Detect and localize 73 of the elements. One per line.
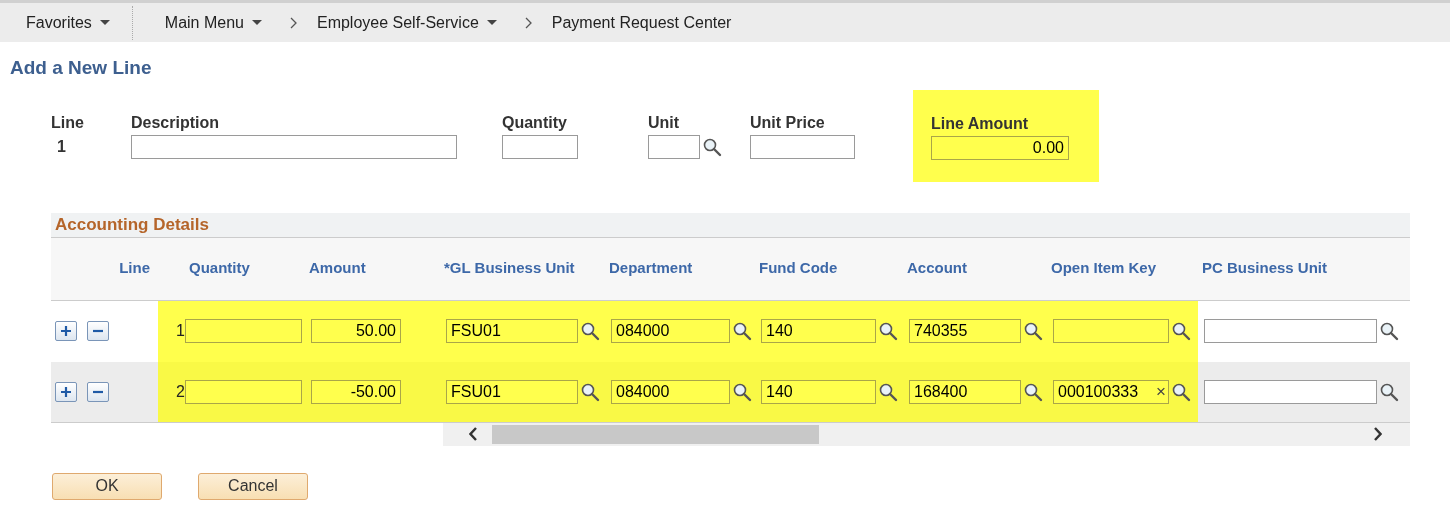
search-icon[interactable] — [580, 381, 600, 402]
nav-link[interactable]: Employee Self-Service — [316, 10, 497, 35]
search-icon[interactable] — [732, 381, 752, 402]
clear-button[interactable]: × — [1156, 381, 1166, 402]
chevron-right-icon[interactable] — [1373, 427, 1382, 441]
line-number: 1 — [176, 321, 185, 341]
field-label: Unit — [648, 112, 681, 133]
column-header: Open Item Key — [1051, 259, 1157, 277]
column-header: Department — [609, 259, 693, 277]
plus-icon — [60, 325, 72, 337]
field-label: Quantity — [502, 112, 568, 133]
search-icon[interactable] — [878, 381, 898, 402]
input-field[interactable] — [750, 134, 855, 159]
input-field[interactable] — [502, 134, 578, 159]
input-field[interactable]: 140 — [761, 319, 876, 343]
input-field[interactable]: FSU01 — [446, 319, 578, 343]
field-label: Unit Price — [750, 112, 826, 133]
line-number: 1 — [56, 136, 67, 157]
search-icon[interactable] — [1023, 321, 1043, 341]
search-icon[interactable] — [702, 136, 722, 157]
input-field[interactable]: 168400 — [909, 379, 1021, 404]
page-title: Add a New Line — [10, 56, 153, 80]
chevron-left-icon[interactable] — [469, 427, 478, 441]
input-field[interactable] — [1204, 379, 1377, 404]
nav-link[interactable]: Main Menu — [164, 10, 262, 35]
plus-icon — [60, 385, 72, 398]
column-header: Quantity — [189, 259, 250, 277]
input-field[interactable] — [1053, 319, 1169, 343]
delete-row-button[interactable] — [87, 381, 109, 402]
input-field[interactable]: 140 — [761, 379, 876, 404]
search-icon[interactable] — [1023, 381, 1043, 402]
search-icon[interactable] — [1379, 381, 1399, 402]
input-field[interactable] — [185, 379, 302, 404]
search-icon[interactable] — [1171, 381, 1191, 402]
search-icon[interactable] — [1171, 321, 1191, 341]
search-icon[interactable] — [732, 321, 752, 341]
column-header: Fund Code — [759, 259, 838, 277]
column-header: Amount — [309, 259, 366, 277]
search-icon[interactable] — [878, 321, 898, 341]
input-field[interactable] — [1204, 319, 1377, 343]
horizontal-scrollbar[interactable] — [443, 422, 1410, 446]
column-header: PC Business Unit — [1202, 259, 1328, 277]
input-field[interactable] — [185, 319, 302, 343]
dialog-button[interactable]: Cancel — [198, 472, 308, 500]
line-number: 2 — [176, 381, 185, 402]
nav-link[interactable]: Payment Request Center — [551, 10, 732, 35]
input-field[interactable] — [131, 134, 457, 159]
nav-link[interactable]: Favorites — [26, 10, 110, 35]
minus-icon — [92, 389, 104, 394]
column-header: Line — [119, 259, 150, 277]
delete-row-button[interactable] — [87, 321, 109, 341]
section-title: Accounting Details — [51, 212, 1410, 238]
search-icon[interactable] — [1379, 321, 1399, 341]
input-field[interactable]: 0.00 — [931, 135, 1069, 160]
input-field[interactable]: 50.00 — [311, 319, 401, 343]
input-field[interactable]: 084000 — [611, 379, 730, 404]
input-field[interactable] — [648, 134, 700, 159]
input-field[interactable]: 740355 — [909, 319, 1021, 343]
field-label: Line Amount — [931, 113, 1030, 134]
field-label: Description — [131, 112, 220, 133]
input-field[interactable]: FSU01 — [446, 379, 578, 404]
column-header: Account — [907, 259, 967, 277]
search-icon[interactable] — [580, 321, 600, 341]
chevron-icon — [524, 16, 532, 29]
input-field[interactable]: -50.00 — [311, 379, 401, 404]
column-header: *GL Business Unit — [444, 259, 575, 277]
dialog-button[interactable]: OK — [52, 472, 162, 500]
field-label: Line — [51, 112, 85, 133]
chevron-icon — [289, 16, 297, 29]
minus-icon — [92, 329, 104, 333]
input-field[interactable]: 084000 — [611, 319, 730, 343]
add-row-button[interactable] — [55, 381, 77, 402]
add-row-button[interactable] — [55, 321, 77, 341]
